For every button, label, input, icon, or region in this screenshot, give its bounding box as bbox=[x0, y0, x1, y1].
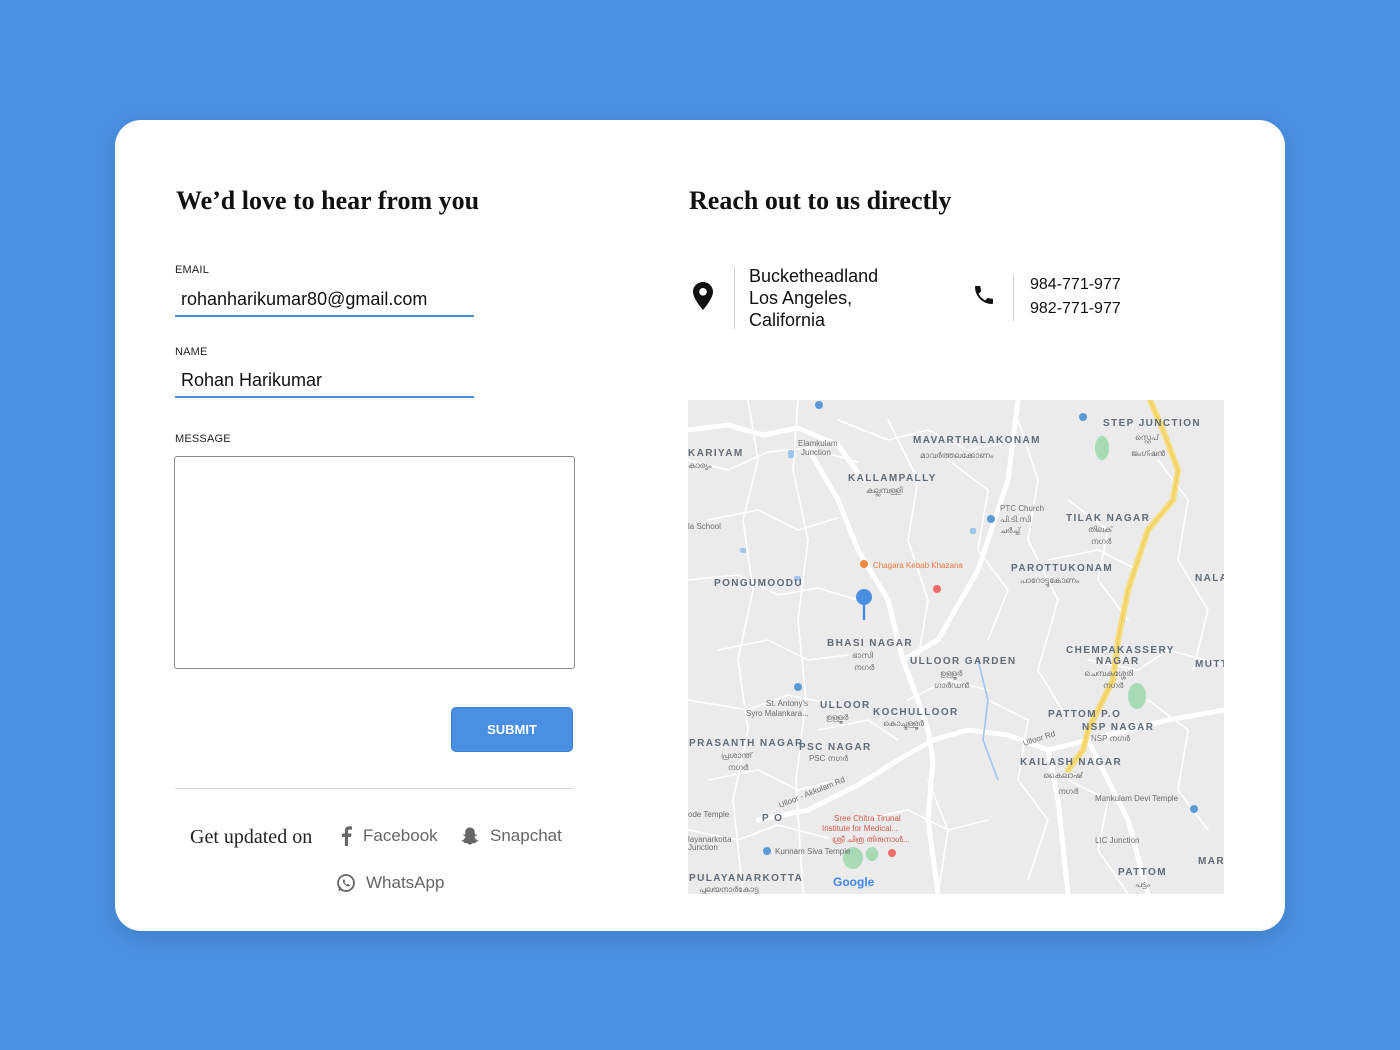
map-label-pulayanarkotta: PULAYANARKOTTA bbox=[689, 873, 803, 884]
phone-divider bbox=[1013, 275, 1014, 321]
map-label-bhasinagar-ml2: നഗർ bbox=[854, 663, 875, 672]
map-label-mavarthalakonam: MAVARTHALAKONAM bbox=[913, 435, 1041, 446]
map-label-ulloorgarden-ml2: ഗാർഡൻ bbox=[934, 681, 969, 690]
map-label-stantony-2: Syro Malankara... bbox=[746, 709, 809, 718]
map-label-pattom-ml: പട്ടം bbox=[1135, 880, 1151, 889]
facebook-icon bbox=[339, 826, 353, 846]
map-label-pattom: PATTOM bbox=[1118, 867, 1167, 878]
social-title: Get updated on bbox=[190, 826, 313, 848]
phone-numbers: 984-771-977 982-771-977 bbox=[1030, 273, 1121, 321]
map-label-ptcchurch-ml1: പി.ടി.സി bbox=[1000, 515, 1031, 524]
map-label-chempakassery-ml2: നഗർ bbox=[1103, 681, 1124, 690]
map-label-elamkulam: Elamkulam bbox=[798, 439, 838, 448]
map-label-kariyam-ml: കാര്യം bbox=[688, 461, 712, 470]
map-label-ulloor: ULLOOR bbox=[820, 700, 871, 711]
map-label-kunnam: Kunnam Siva Temple bbox=[775, 847, 851, 856]
map-label-chempakassery-ml1: ചെമ്പകശ്ശേരി bbox=[1084, 669, 1133, 679]
map-label-pscnagar-ml: PSC നഗർ bbox=[809, 754, 848, 763]
map-label-pulayanarkotta-ml: പുലയനാർകോട്ട bbox=[699, 885, 759, 894]
map-label-pongumoodu: PONGUMOODU bbox=[714, 578, 803, 589]
email-field[interactable] bbox=[175, 283, 474, 317]
map-label-stepjunction-ml2: ജംഗ്ഷൻ bbox=[1131, 449, 1165, 458]
address-line-3: California bbox=[749, 310, 826, 330]
address: Bucketheadland Los Angeles, California bbox=[749, 265, 878, 331]
address-line-2: Los Angeles, bbox=[749, 288, 853, 308]
whatsapp-link[interactable]: WhatsApp bbox=[336, 873, 444, 893]
map-label-pscnagar: PSC NAGAR bbox=[799, 742, 872, 753]
name-field[interactable] bbox=[175, 364, 474, 398]
map-label-layanarkotta-2: Junction bbox=[688, 843, 718, 852]
map-label-nala: NALA bbox=[1195, 573, 1224, 584]
email-label: EMAIL bbox=[175, 264, 210, 276]
map-label-nspnagar: NSP NAGAR bbox=[1082, 722, 1154, 733]
map-label-sreechitra-3: ശ്രീ ചിത്ര തിരുനാൾ... bbox=[832, 835, 910, 844]
snapchat-icon bbox=[460, 826, 480, 846]
map-label-sreechitra-1: Sree Chitra Tirunal bbox=[834, 814, 901, 823]
map-label-prasanthnagar: PRASANTH NAGAR bbox=[689, 738, 804, 749]
map-label-nspnagar-ml: NSP നഗർ bbox=[1091, 734, 1130, 743]
map-label-bhasinagar-ml1: ഭാസി bbox=[852, 651, 873, 660]
map-label-chempakassery-2: NAGAR bbox=[1096, 656, 1140, 667]
location-pin-icon bbox=[693, 282, 713, 315]
snapchat-link[interactable]: Snapchat bbox=[460, 826, 562, 846]
map-label-tilaknagar-ml1: തിലക് bbox=[1088, 525, 1114, 534]
map-label-mar: MAR bbox=[1198, 856, 1224, 867]
map-label-ptcchurch: PTC Church bbox=[1000, 504, 1044, 513]
name-label: NAME bbox=[175, 346, 208, 358]
map-label-bhasinagar: BHASI NAGAR bbox=[827, 638, 913, 649]
map-label-parottukonam-ml: പാറോട്ടുകോണം bbox=[1020, 576, 1080, 586]
whatsapp-label: WhatsApp bbox=[366, 873, 445, 892]
map-label-parottukonam: PAROTTUKONAM bbox=[1011, 563, 1113, 574]
contact-card: We’d love to hear from you EMAIL NAME ME… bbox=[115, 120, 1285, 931]
contact-title: Reach out to us directly bbox=[689, 186, 952, 215]
map-label-ulloorgarden: ULLOOR GARDEN bbox=[910, 656, 1017, 667]
phone-number-2: 982-771-977 bbox=[1030, 300, 1121, 317]
map-label-kailashnagar-ml2: നഗർ bbox=[1058, 787, 1079, 796]
map-label-prasanthnagar-ml2: നഗർ bbox=[728, 763, 749, 772]
whatsapp-icon bbox=[336, 873, 356, 893]
message-field[interactable] bbox=[174, 456, 575, 669]
address-divider bbox=[734, 267, 735, 329]
map-label-laschool: la School bbox=[688, 522, 721, 531]
map-label-kochulloor: KOCHULLOOR bbox=[873, 707, 959, 718]
map-label-kallampally-ml: കല്ലമ്പള്ളി bbox=[866, 486, 903, 496]
divider bbox=[175, 788, 574, 789]
map-label-kailashnagar-ml1: കൈലാഷ് bbox=[1043, 771, 1084, 780]
message-label: MESSAGE bbox=[175, 433, 231, 445]
map-label-pattompo: PATTOM P.O bbox=[1048, 709, 1121, 720]
facebook-label: Facebook bbox=[363, 826, 438, 845]
form-title: We’d love to hear from you bbox=[176, 186, 480, 215]
map-label-ptcchurch-ml2: ചർച്ച് bbox=[1000, 526, 1021, 535]
map-label-tilaknagar: TILAK NAGAR bbox=[1066, 513, 1150, 524]
map-label-po: P O bbox=[762, 813, 783, 824]
snapchat-label: Snapchat bbox=[490, 826, 562, 845]
map-label-chempakassery: CHEMPAKASSERY bbox=[1066, 645, 1175, 656]
phone-icon bbox=[972, 283, 996, 312]
map-label-stepjunction: STEP JUNCTION bbox=[1103, 418, 1201, 429]
map-label-odetemple: ode Temple bbox=[688, 810, 730, 819]
map-label-licjunction: LIC Junction bbox=[1095, 836, 1139, 845]
phone-number-1: 984-771-977 bbox=[1030, 276, 1121, 293]
map-label-sreechitra-2: Institute for Medical... bbox=[822, 824, 898, 833]
map-label-mavarthalakonam-ml: മാവർത്തലക്കോണം bbox=[920, 451, 994, 460]
map-label-kailashnagar: KAILASH NAGAR bbox=[1020, 757, 1122, 768]
map-label-mankulam: Mankulam Devi Temple bbox=[1095, 794, 1179, 803]
map-label-chagara: Chagara Kebab Khazana bbox=[873, 561, 963, 570]
map-label-stantony: St. Antony's bbox=[766, 699, 808, 708]
facebook-link[interactable]: Facebook bbox=[339, 826, 438, 846]
map-label-prasanthnagar-ml1: പ്രശാന്ത് bbox=[721, 751, 753, 760]
map-label-kallampally: KALLAMPALLY bbox=[848, 473, 937, 484]
map-label-kariyam: KARIYAM bbox=[688, 448, 744, 459]
map-google-logo: Google bbox=[833, 875, 875, 889]
map-label-tilaknagar-ml2: നഗർ bbox=[1091, 537, 1112, 546]
map-label-mutt: MUTT bbox=[1195, 659, 1224, 670]
map[interactable]: MAVARTHALAKONAM മാവർത്തലക്കോണം KALLAMPAL… bbox=[688, 400, 1224, 894]
address-line-1: Bucketheadland bbox=[749, 266, 879, 286]
map-label-elamkulam-2: Junction bbox=[801, 448, 831, 457]
submit-button[interactable]: SUBMIT bbox=[451, 707, 573, 752]
